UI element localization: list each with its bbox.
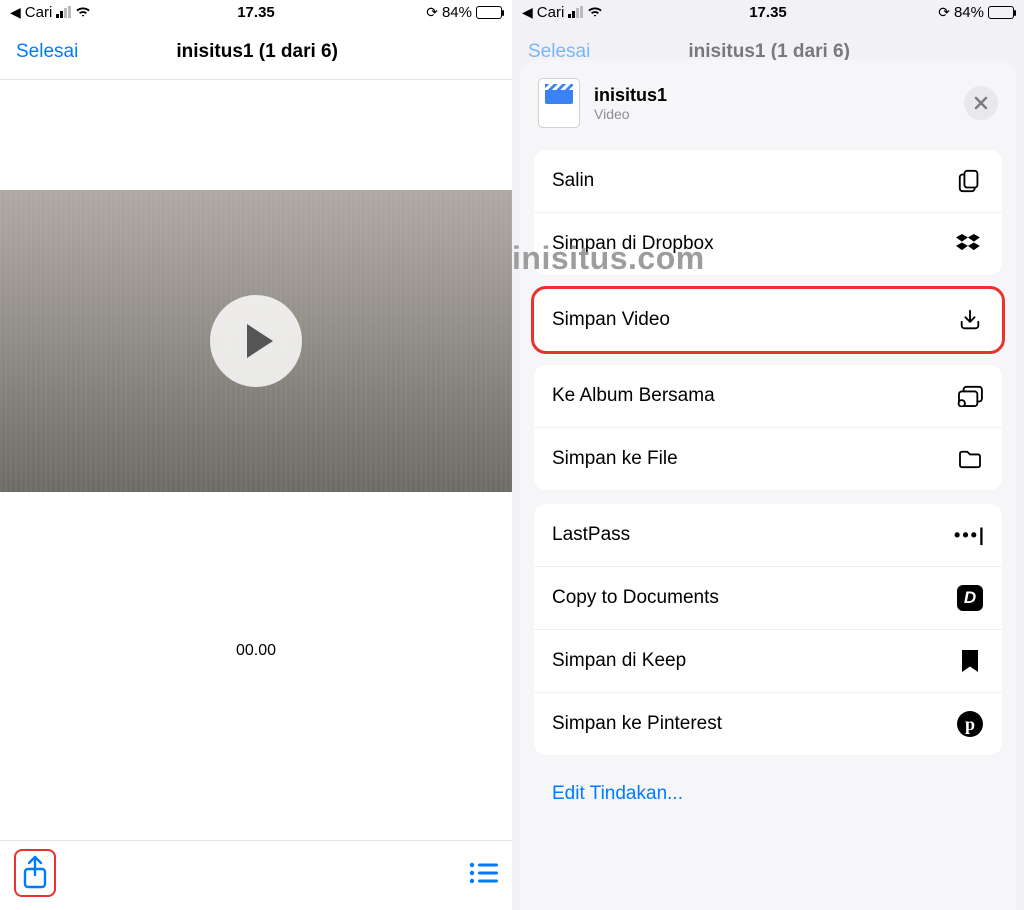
action-label: Salin [552, 170, 594, 192]
back-caret-icon: ◀ [10, 4, 21, 21]
close-icon [974, 96, 988, 110]
action-label: Simpan ke File [552, 448, 678, 470]
action-label: Simpan di Keep [552, 650, 686, 672]
copy-icon [956, 168, 984, 194]
video-preview-area: 00.00 [0, 80, 512, 770]
status-time: 17.35 [174, 4, 338, 21]
share-sheet: inisitus1 Video Salin Simpan di Dropbox [520, 60, 1016, 910]
action-save-file[interactable]: Simpan ke File [534, 428, 1002, 490]
dropbox-icon [956, 231, 984, 257]
action-lastpass[interactable]: LastPass •••| [534, 504, 1002, 567]
video-time-label: 00.00 [0, 642, 512, 660]
battery-icon [476, 6, 502, 19]
close-button[interactable] [964, 86, 998, 120]
battery-percent: 84% [442, 4, 472, 21]
battery-icon [988, 6, 1014, 19]
play-icon [247, 324, 273, 358]
action-copy-documents[interactable]: Copy to Documents D [534, 567, 1002, 630]
wifi-icon [75, 6, 91, 18]
documents-app-icon: D [956, 585, 984, 611]
share-icon [20, 855, 50, 891]
action-save-video[interactable]: Simpan Video [534, 289, 1002, 351]
file-type-icon [538, 78, 580, 128]
lastpass-icon: •••| [956, 522, 984, 548]
watermark: inisitus.com [512, 240, 705, 277]
edit-actions-button[interactable]: Edit Tindakan... [534, 769, 1002, 819]
folder-icon [956, 446, 984, 472]
action-copy[interactable]: Salin [534, 150, 1002, 213]
pinterest-icon: p [956, 711, 984, 737]
back-caret-icon: ◀ [522, 4, 533, 21]
shared-album-icon [956, 383, 984, 409]
file-name: inisitus1 [594, 85, 950, 106]
action-label: Ke Album Bersama [552, 385, 715, 407]
video-clapper-icon [545, 84, 573, 104]
bottom-toolbar [0, 840, 512, 910]
page-title: inisitus1 (1 dari 6) [18, 41, 496, 63]
orientation-lock-icon: ⟳ [938, 4, 950, 21]
nav-bar: Selesai inisitus1 (1 dari 6) [0, 24, 512, 80]
file-type-label: Video [594, 106, 950, 122]
battery-percent: 84% [954, 4, 984, 21]
action-label: Simpan Video [552, 309, 670, 331]
action-shared-album[interactable]: Ke Album Bersama [534, 365, 1002, 428]
download-icon [956, 307, 984, 333]
status-bar: ◀ Cari 17.35 ⟳ 84% [512, 0, 1024, 24]
action-pinterest[interactable]: Simpan ke Pinterest p [534, 693, 1002, 755]
action-keep[interactable]: Simpan di Keep [534, 630, 1002, 693]
status-carrier: Cari [537, 4, 565, 21]
bookmark-icon [956, 648, 984, 674]
play-button[interactable] [210, 295, 302, 387]
action-label: LastPass [552, 524, 630, 546]
video-thumbnail[interactable] [0, 190, 512, 492]
share-button[interactable] [14, 849, 56, 897]
wifi-icon [587, 6, 603, 18]
list-icon[interactable] [468, 861, 498, 885]
status-bar: ◀ Cari 17.35 ⟳ 84% [0, 0, 512, 24]
signal-icon [56, 6, 71, 18]
action-label: Simpan ke Pinterest [552, 713, 722, 735]
signal-icon [568, 6, 583, 18]
action-label: Copy to Documents [552, 587, 719, 609]
status-time: 17.35 [686, 4, 850, 21]
status-carrier: Cari [25, 4, 53, 21]
orientation-lock-icon: ⟳ [426, 4, 438, 21]
